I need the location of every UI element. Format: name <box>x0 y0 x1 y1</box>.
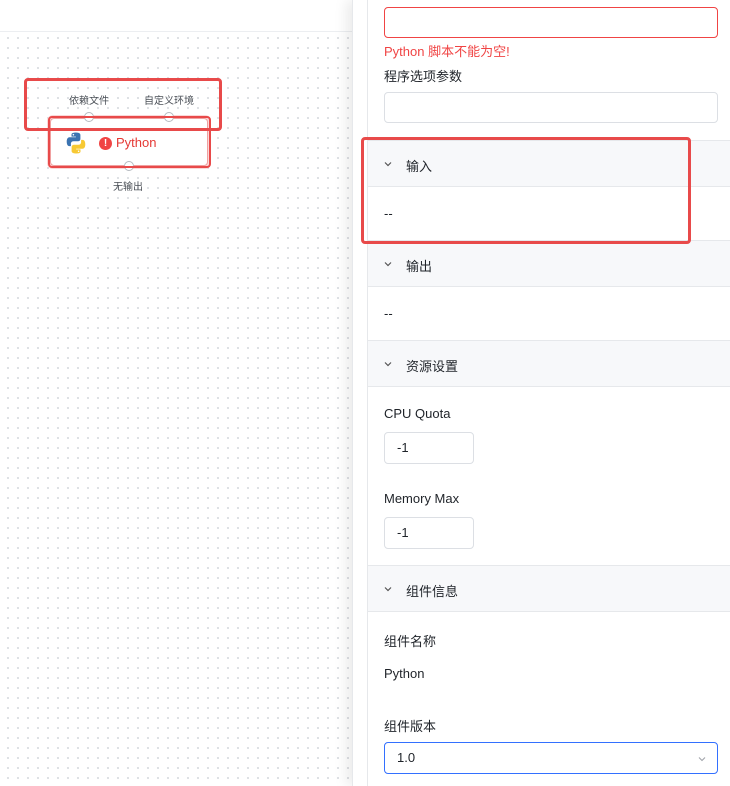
section-resources-header[interactable]: 资源设置 <box>368 340 730 387</box>
component-version-select[interactable]: 1.0 <box>384 742 718 774</box>
script-error-message: Python 脚本不能为空! <box>384 44 510 59</box>
canvas-toolbar <box>0 0 352 32</box>
chevron-down-icon <box>384 262 392 267</box>
section-resources-title: 资源设置 <box>406 359 459 374</box>
workflow-canvas[interactable]: 依赖文件 自定义环境 ! Python 无输出 <box>0 0 352 786</box>
component-name-value: Python <box>384 666 425 681</box>
cpu-quota-label: CPU Quota <box>384 406 451 421</box>
python-script-input[interactable] <box>384 7 718 38</box>
properties-panel: Python 脚本不能为空! 程序选项参数 输入 -- 输出 -- 资源设置 C… <box>352 0 730 786</box>
section-component-header[interactable]: 组件信息 <box>368 565 730 612</box>
chevron-down-icon <box>698 757 706 762</box>
output-value: -- <box>384 306 393 321</box>
memory-max-input[interactable]: -1 <box>384 517 474 549</box>
options-input[interactable] <box>384 92 718 123</box>
panel-divider <box>367 0 368 786</box>
output-port-label: 无输出 <box>113 182 143 193</box>
component-version-value: 1.0 <box>397 750 416 765</box>
chevron-down-icon <box>384 587 392 592</box>
highlight-box-input-section <box>361 137 691 244</box>
section-output-header[interactable]: 输出 <box>368 240 730 287</box>
section-output-title: 输出 <box>406 259 433 274</box>
highlight-box-node <box>48 116 211 168</box>
memory-max-label: Memory Max <box>384 491 460 506</box>
component-name-label: 组件名称 <box>384 634 437 649</box>
chevron-down-icon <box>384 362 392 367</box>
cpu-quota-input[interactable]: -1 <box>384 432 474 464</box>
options-label: 程序选项参数 <box>384 69 463 84</box>
component-version-label: 组件版本 <box>384 719 437 734</box>
section-component-title: 组件信息 <box>406 584 459 599</box>
